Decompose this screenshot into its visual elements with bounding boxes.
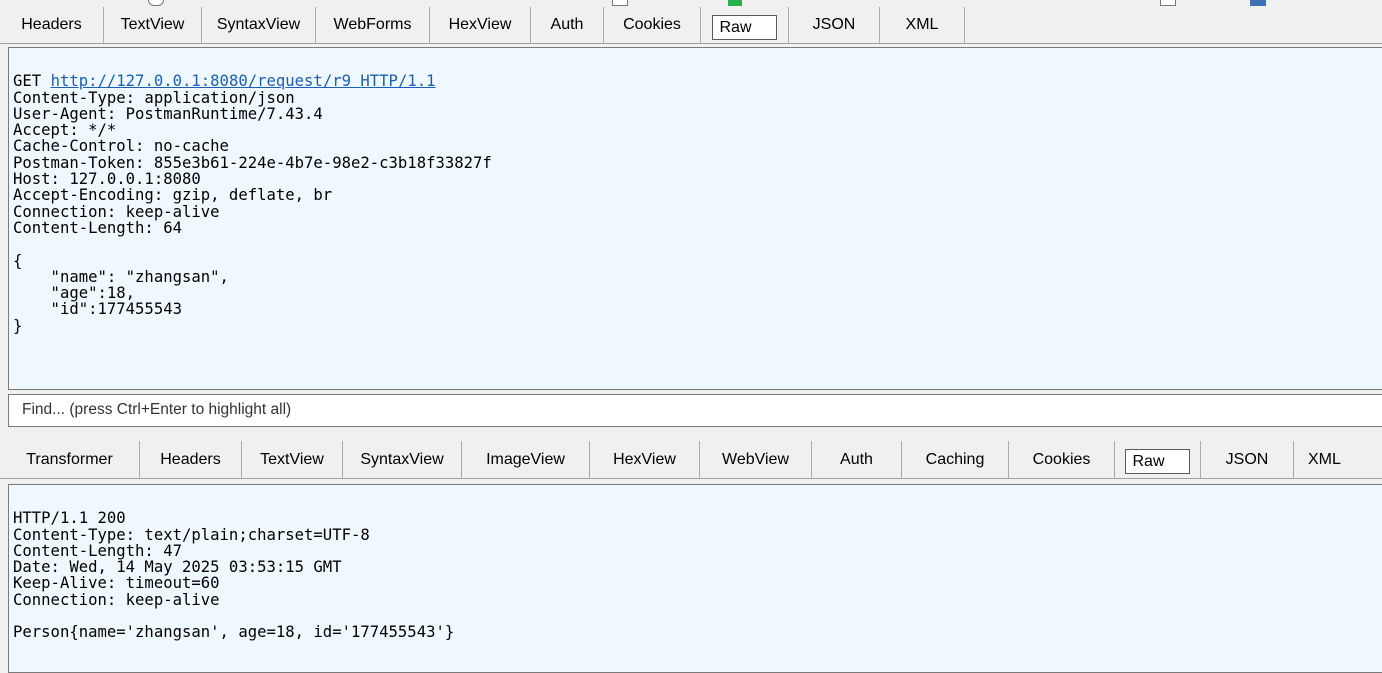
request-tab-textview[interactable]: TextView bbox=[104, 7, 202, 43]
request-tab-json[interactable]: JSON bbox=[789, 7, 880, 43]
response-header-line: Date: Wed, 14 May 2025 03:53:15 GMT bbox=[13, 558, 342, 577]
request-header-line: Host: 127.0.0.1:8080 bbox=[13, 170, 201, 189]
toolbar-icon[interactable] bbox=[1250, 0, 1266, 6]
response-tab-auth[interactable]: Auth bbox=[812, 441, 902, 478]
response-tab-webview[interactable]: WebView bbox=[700, 441, 812, 478]
request-body-line: "name": "zhangsan", bbox=[13, 267, 229, 286]
response-tab-syntaxview[interactable]: SyntaxView bbox=[343, 441, 462, 478]
response-header-line: Connection: keep-alive bbox=[13, 590, 220, 609]
response-tab-headers[interactable]: Headers bbox=[140, 441, 242, 478]
request-tab-cookies[interactable]: Cookies bbox=[604, 7, 701, 43]
toolbar-icon[interactable] bbox=[148, 0, 164, 6]
request-tab-bar: Headers TextView SyntaxView WebForms Hex… bbox=[0, 7, 1382, 44]
request-tab-auth[interactable]: Auth bbox=[531, 7, 604, 43]
request-line: GET http://127.0.0.1:8080/request/r9 HTT… bbox=[13, 73, 1382, 89]
request-body-line: "id":177455543 bbox=[13, 300, 182, 319]
toolbar-icon[interactable] bbox=[728, 0, 742, 6]
response-status-line: HTTP/1.1 200 bbox=[13, 509, 126, 528]
response-tab-raw[interactable]: Raw bbox=[1115, 441, 1201, 478]
request-body-line: { bbox=[13, 251, 23, 270]
request-header-line: Accept: */* bbox=[13, 121, 117, 140]
request-header-line: Postman-Token: 855e3b61-224e-4b7e-98e2-c… bbox=[13, 153, 492, 172]
request-header-line: User-Agent: PostmanRuntime/7.43.4 bbox=[13, 104, 323, 123]
request-method: GET bbox=[13, 72, 42, 91]
request-body-line: "age":18, bbox=[13, 284, 136, 303]
request-header-line: Content-Type: application/json bbox=[13, 88, 295, 107]
toolbar-strip bbox=[0, 0, 1382, 7]
request-tab-webforms[interactable]: WebForms bbox=[316, 7, 430, 43]
pane-splitter[interactable] bbox=[0, 430, 1382, 441]
toolbar-icon[interactable] bbox=[1160, 0, 1176, 6]
request-tab-hexview[interactable]: HexView bbox=[430, 7, 531, 43]
request-tab-raw[interactable]: Raw bbox=[701, 7, 789, 43]
response-tab-cookies[interactable]: Cookies bbox=[1009, 441, 1115, 478]
response-tab-bar: Transformer Headers TextView SyntaxView … bbox=[0, 441, 1382, 479]
response-tab-xml[interactable]: XML bbox=[1294, 441, 1382, 478]
request-tab-syntaxview[interactable]: SyntaxView bbox=[202, 7, 316, 43]
find-input[interactable]: Find... (press Ctrl+Enter to highlight a… bbox=[8, 394, 1382, 427]
response-tab-textview[interactable]: TextView bbox=[242, 441, 343, 478]
response-header-line: Content-Length: 47 bbox=[13, 541, 182, 560]
find-placeholder: Find... (press Ctrl+Enter to highlight a… bbox=[22, 401, 292, 418]
response-header-line: Keep-Alive: timeout=60 bbox=[13, 574, 220, 593]
response-tab-imageview[interactable]: ImageView bbox=[462, 441, 590, 478]
request-blank-line bbox=[13, 236, 1382, 252]
request-header-line: Content-Length: 64 bbox=[13, 218, 182, 237]
response-tab-json[interactable]: JSON bbox=[1201, 441, 1294, 478]
request-header-line: Connection: keep-alive bbox=[13, 202, 220, 221]
response-body-line: Person{name='zhangsan', age=18, id='1774… bbox=[13, 623, 455, 642]
response-tab-caching[interactable]: Caching bbox=[902, 441, 1009, 478]
request-raw-text[interactable]: GET http://127.0.0.1:8080/request/r9 HTT… bbox=[8, 47, 1382, 390]
response-header-line: Content-Type: text/plain;charset=UTF-8 bbox=[13, 525, 370, 544]
toolbar-icon[interactable] bbox=[612, 0, 628, 6]
response-tab-hexview[interactable]: HexView bbox=[590, 441, 700, 478]
response-raw-text[interactable]: HTTP/1.1 200 Content-Type: text/plain;cha… bbox=[8, 484, 1382, 673]
request-body-line: } bbox=[13, 316, 23, 335]
request-tab-headers[interactable]: Headers bbox=[0, 7, 104, 43]
response-blank-line bbox=[13, 608, 1382, 624]
request-url-link[interactable]: http://127.0.0.1:8080/request/r9 HTTP/1.… bbox=[51, 72, 436, 90]
request-header-line: Accept-Encoding: gzip, deflate, br bbox=[13, 186, 333, 205]
response-tab-transformer[interactable]: Transformer bbox=[0, 441, 140, 478]
request-tab-xml[interactable]: XML bbox=[880, 7, 965, 43]
request-header-line: Cache-Control: no-cache bbox=[13, 137, 229, 156]
